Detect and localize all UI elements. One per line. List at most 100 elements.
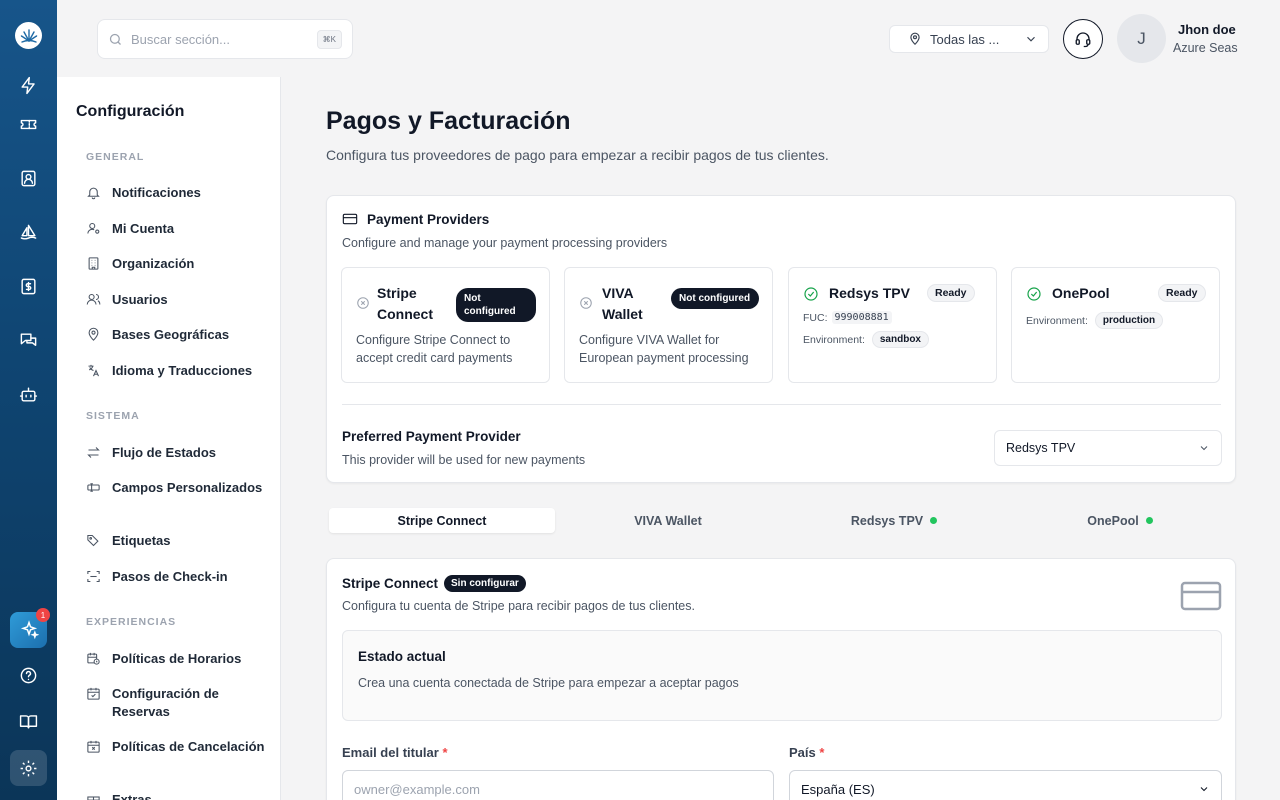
status-badge: Sin configurar	[444, 575, 526, 592]
sidebar-item-campos-personalizados[interactable]: Campos Personalizados	[86, 479, 276, 497]
user-cog-icon	[87, 222, 100, 234]
email-field[interactable]: owner@example.com	[342, 770, 774, 800]
credit-card-icon	[1180, 580, 1222, 617]
card-description: Configura tu cuenta de Stripe para recib…	[342, 599, 695, 613]
sparkles-icon	[20, 620, 39, 640]
sidebar-item-label: Políticas de Cancelación	[112, 739, 265, 754]
chevron-down-icon	[1200, 787, 1208, 792]
sidebar-item-idioma[interactable]: Idioma y Traducciones	[86, 362, 276, 380]
map-pin-icon	[88, 327, 99, 341]
logo-icon	[20, 28, 37, 43]
sailboat-icon[interactable]	[16, 220, 41, 245]
tab-redsys-tpv[interactable]: Redsys TPV	[781, 508, 1007, 533]
environment-row: Environment: production	[1026, 312, 1164, 329]
tab-label: OnePool	[1087, 513, 1139, 528]
country-select[interactable]: España (ES)	[789, 770, 1222, 800]
search-input[interactable]: Buscar sección...	[131, 32, 317, 47]
help-icon[interactable]	[16, 663, 41, 688]
scan-icon	[87, 570, 100, 583]
messages-icon[interactable]	[16, 328, 41, 353]
zap-icon[interactable]	[16, 73, 41, 98]
user-avatar[interactable]: J	[1117, 14, 1166, 63]
sidebar-item-label: Configuración de Reservas	[112, 686, 219, 719]
languages-icon	[88, 364, 99, 377]
section-search[interactable]: Buscar sección... ⌘K	[97, 19, 353, 59]
credit-card-icon	[342, 213, 358, 225]
location-select[interactable]: Todas las ...	[889, 25, 1049, 53]
status-badge: Ready	[1158, 284, 1206, 302]
sidebar-item-label: Pasos de Check-in	[112, 569, 228, 584]
gift-icon	[87, 796, 100, 800]
sidebar-item-flujo-estados[interactable]: Flujo de Estados	[86, 444, 276, 462]
provider-card-redsys[interactable]: Redsys TPV Ready FUC: 999008881 Environm…	[788, 267, 997, 383]
sidebar-section-general: GENERAL	[86, 151, 145, 163]
provider-name: Stripe Connect	[377, 285, 433, 322]
contacts-icon[interactable]	[16, 166, 41, 191]
page-title: Pagos y Facturación	[326, 107, 571, 135]
card-description: Configure and manage your payment proces…	[342, 236, 668, 250]
provider-name: OnePool	[1052, 285, 1110, 301]
x-circle-icon	[356, 296, 370, 310]
headset-icon	[1075, 32, 1091, 48]
calendar-clock-icon	[87, 652, 100, 665]
tab-stripe-connect[interactable]: Stripe Connect	[329, 508, 555, 533]
sidebar-item-label: Campos Personalizados	[112, 480, 263, 495]
preferred-provider-select[interactable]: Redsys TPV	[994, 430, 1222, 466]
tab-viva-wallet[interactable]: VIVA Wallet	[555, 508, 781, 533]
location-select-value: Todas las ...	[930, 31, 1000, 47]
sidebar-item-label: Políticas de Horarios	[112, 651, 242, 666]
tab-onepool[interactable]: OnePool	[1007, 508, 1233, 533]
required-mark: *	[442, 745, 448, 760]
preferred-provider-value: Redsys TPV	[1006, 441, 1076, 455]
card-title: Stripe Connect	[342, 576, 439, 591]
country-value: España (ES)	[801, 781, 875, 797]
dollar-icon[interactable]	[16, 274, 41, 299]
email-field-label: Email del titular *	[342, 745, 448, 760]
x-circle-icon	[579, 296, 593, 310]
main-content: Pagos y Facturación Configura tus provee…	[281, 77, 1280, 800]
sidebar-item-mi-cuenta[interactable]: Mi Cuenta	[86, 220, 276, 238]
sidebar-item-label: Idioma y Traducciones	[112, 363, 253, 378]
sidebar-item-config-reservas[interactable]: Configuración de Reservas	[86, 685, 276, 721]
status-dot	[1145, 517, 1153, 524]
provider-card-viva[interactable]: VIVA Wallet Not configured Configure VIV…	[564, 267, 773, 383]
support-button[interactable]	[1063, 19, 1103, 59]
bot-icon[interactable]	[16, 382, 41, 407]
sidebar-item-etiquetas[interactable]: Etiquetas	[86, 532, 276, 550]
sidebar-item-usuarios[interactable]: Usuarios	[86, 291, 276, 309]
tab-label: Redsys TPV	[850, 513, 924, 528]
sidebar-item-pasos-checkin[interactable]: Pasos de Check-in	[86, 568, 276, 586]
current-status-text: Crea una cuenta conectada de Stripe para…	[358, 676, 739, 690]
sidebar-item-label: Usuarios	[112, 292, 168, 307]
divider	[342, 404, 1221, 405]
sidebar-item-extras[interactable]: Extras	[86, 791, 276, 800]
label-text: Email del titular	[342, 745, 439, 760]
provider-card-stripe[interactable]: Stripe Connect Not configured Configure …	[341, 267, 550, 383]
ticket-icon[interactable]	[16, 112, 41, 137]
sidebar-section-experiencias: EXPERIENCIAS	[86, 616, 177, 628]
provider-name: VIVA Wallet	[602, 285, 643, 322]
provider-description: Configure VIVA Wallet for European payme…	[579, 333, 749, 365]
settings-button[interactable]	[10, 750, 47, 786]
building-icon	[88, 257, 99, 270]
map-pin-icon	[910, 32, 920, 46]
tab-label: VIVA Wallet	[634, 513, 702, 528]
provider-description: Configure Stripe Connect to accept credi…	[356, 333, 513, 365]
calendar-check-icon	[87, 687, 100, 700]
provider-card-onepool[interactable]: OnePool Ready Environment: production	[1011, 267, 1220, 383]
sidebar-item-notificaciones[interactable]: Notificaciones	[86, 184, 276, 202]
search-shortcut-hint: ⌘K	[316, 29, 342, 49]
book-icon[interactable]	[16, 709, 41, 734]
sidebar-item-politicas-cancelacion[interactable]: Políticas de Cancelación	[86, 738, 276, 756]
sidebar-section-sistema: SISTEMA	[86, 410, 140, 422]
sidebar-item-organizacion[interactable]: Organización	[86, 255, 276, 273]
sidebar-item-bases-geograficas[interactable]: Bases Geográficas	[86, 326, 276, 344]
preferred-provider-subtitle: This provider will be used for new payme…	[342, 453, 586, 467]
sidebar-item-politicas-horarios[interactable]: Políticas de Horarios	[86, 650, 276, 668]
sidebar-item-label: Bases Geográficas	[112, 327, 230, 342]
payment-providers-card: Payment Providers Configure and manage y…	[326, 195, 1236, 483]
check-circle-icon	[803, 286, 819, 302]
preferred-provider-title: Preferred Payment Provider	[342, 429, 521, 444]
app-logo[interactable]	[15, 22, 42, 49]
status-badge: Ready	[927, 284, 975, 302]
